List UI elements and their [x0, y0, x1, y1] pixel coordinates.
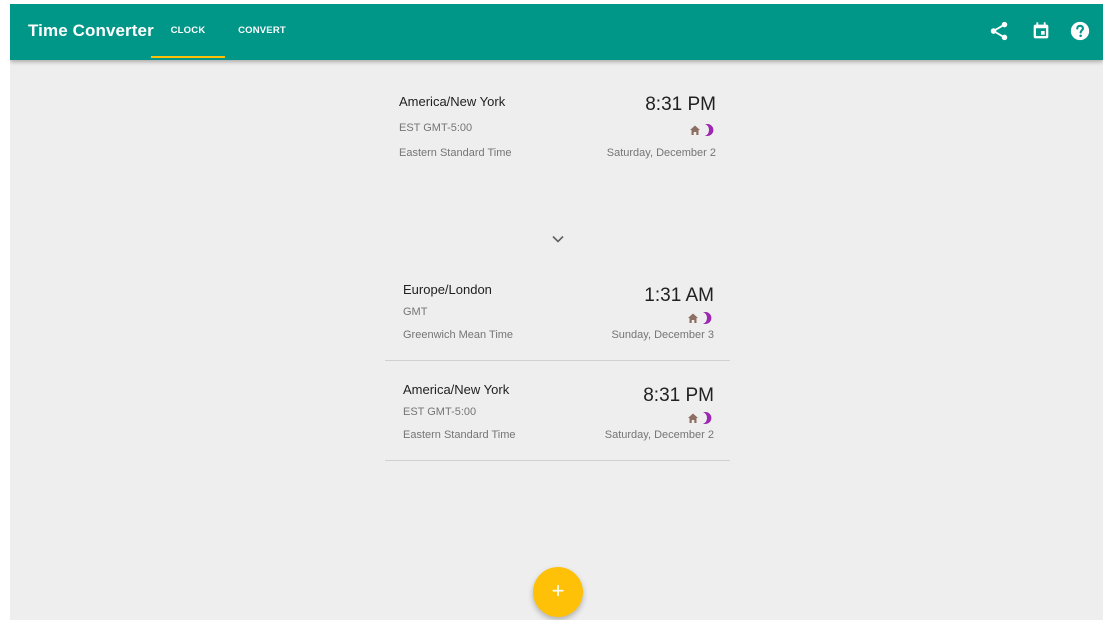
home-icon — [688, 313, 698, 323]
home-icon — [690, 125, 700, 135]
clock-zone-full-name: Greenwich Mean Time — [403, 329, 514, 341]
share-icon[interactable] — [988, 20, 1010, 42]
clock-zone-abbr: GMT — [403, 306, 428, 318]
app-bar: Time Converter CLOCK CONVERT — [10, 4, 1103, 60]
chevron-down-icon[interactable] — [550, 232, 566, 244]
clock-list-item[interactable]: Europe/London GMT Greenwich Mean Time 1:… — [385, 276, 730, 361]
clock-zone-abbr: EST GMT-5:00 — [403, 406, 477, 418]
moon-icon — [703, 412, 712, 424]
app-title: Time Converter — [28, 21, 154, 40]
clock-zone-abbr: EST GMT-5:00 — [399, 122, 473, 134]
clock-time: 1:31 AM — [644, 285, 714, 306]
clock-date: Saturday, December 2 — [606, 147, 716, 159]
clock-zone-name: America/New York — [399, 94, 506, 109]
clock-status-icons — [684, 411, 714, 424]
tab-clock[interactable]: CLOCK — [151, 4, 225, 60]
moon-icon — [703, 312, 712, 324]
moon-icon — [705, 124, 714, 136]
clock-time: 8:31 PM — [645, 94, 716, 115]
help-icon[interactable] — [1069, 20, 1091, 42]
clock-zone-full-name: Eastern Standard Time — [399, 147, 512, 159]
clock-date: Sunday, December 3 — [611, 329, 714, 341]
tab-indicator — [151, 56, 225, 58]
clock-zone-full-name: Eastern Standard Time — [403, 429, 516, 441]
clock-time: 8:31 PM — [643, 385, 714, 406]
tab-convert[interactable]: CONVERT — [228, 4, 296, 60]
home-icon — [688, 413, 698, 423]
app-window: Time Converter CLOCK CONVERT America/New… — [10, 4, 1103, 620]
home-clock-card[interactable]: America/New York EST GMT-5:00 Eastern St… — [385, 88, 730, 178]
clock-date: Saturday, December 2 — [604, 429, 714, 441]
clock-zone-name: Europe/London — [403, 282, 492, 297]
add-clock-button[interactable]: + — [533, 567, 583, 617]
clock-status-icons — [686, 123, 716, 136]
clock-zone-name: America/New York — [403, 382, 510, 397]
clock-list-item[interactable]: America/New York EST GMT-5:00 Eastern St… — [385, 376, 730, 461]
calendar-icon[interactable] — [1030, 20, 1052, 42]
clock-status-icons — [684, 311, 714, 324]
